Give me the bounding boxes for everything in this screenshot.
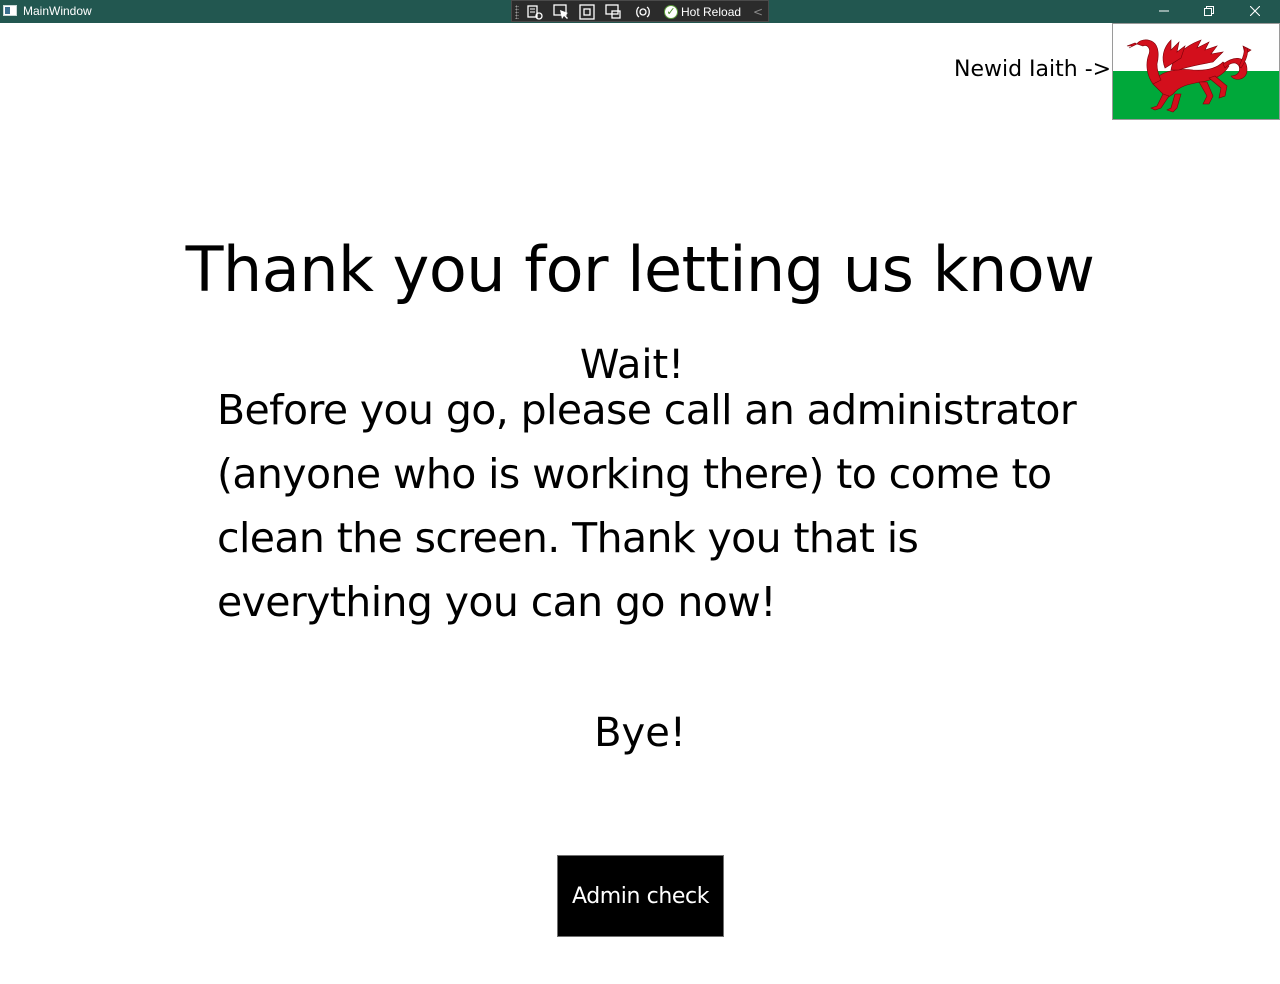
window-title: MainWindow	[23, 4, 92, 18]
check-circle-icon: ✓	[664, 5, 678, 19]
page-title: Thank you for letting us know	[185, 233, 1095, 306]
display-layout-adorners-icon[interactable]	[578, 3, 596, 21]
minimize-button[interactable]	[1141, 0, 1187, 23]
hot-reload-label: Hot Reload	[681, 5, 742, 19]
window-titlebar[interactable]: MainWindow ✓ Hot Reload <	[0, 0, 1280, 23]
track-focused-element-icon[interactable]	[604, 3, 622, 21]
hot-reload-button[interactable]: ✓ Hot Reload	[664, 3, 741, 21]
instructions-text: Before you go, please call an administra…	[217, 386, 1077, 626]
close-icon	[1249, 5, 1261, 17]
binding-failures-icon[interactable]	[634, 3, 652, 21]
minimize-icon	[1159, 10, 1169, 12]
toolbar-grip-icon[interactable]	[515, 5, 519, 19]
close-button[interactable]	[1232, 0, 1278, 23]
welsh-flag-icon	[1113, 24, 1279, 119]
chevron-left-icon[interactable]: <	[753, 3, 763, 21]
xaml-dev-toolbar: ✓ Hot Reload <	[511, 0, 769, 22]
change-language-button[interactable]	[1112, 23, 1280, 120]
bye-text: Bye!	[594, 710, 686, 756]
restore-icon	[1204, 6, 1214, 16]
restore-button[interactable]	[1186, 0, 1232, 23]
change-language-label: Newid Iaith ->	[954, 57, 1112, 82]
select-element-icon[interactable]	[552, 3, 570, 21]
go-to-live-visual-tree-icon[interactable]	[526, 3, 544, 21]
admin-check-button[interactable]: Admin check	[557, 855, 724, 937]
app-window-icon	[3, 5, 17, 16]
